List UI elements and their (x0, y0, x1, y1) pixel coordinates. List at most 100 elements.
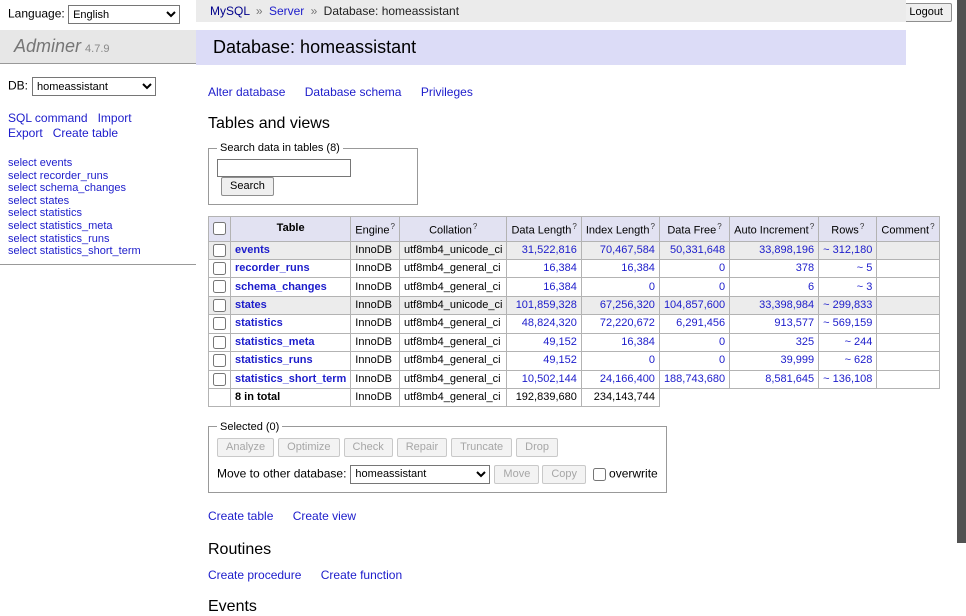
column-help-link[interactable]: ? (860, 222, 864, 231)
rows-link[interactable]: ~ 299,833 (823, 299, 872, 312)
row-checkbox[interactable] (213, 244, 226, 257)
rows-link[interactable]: ~ 628 (823, 354, 872, 367)
auto-increment-link[interactable]: 325 (734, 336, 814, 349)
table-name-link[interactable]: states (235, 299, 267, 311)
analyze-button[interactable]: Analyze (217, 438, 274, 457)
data-length-link[interactable]: 49,152 (511, 336, 576, 349)
create-view-link[interactable]: Create view (293, 509, 356, 523)
data-free-link[interactable]: 6,291,456 (664, 317, 725, 330)
db-select[interactable]: homeassistant (32, 77, 156, 96)
index-length-link[interactable]: 0 (586, 354, 655, 367)
column-help-link[interactable]: ? (391, 222, 395, 231)
table-name-link[interactable]: events (235, 244, 270, 256)
privileges-link[interactable]: Privileges (421, 85, 473, 99)
index-length-link[interactable]: 24,166,400 (586, 373, 655, 386)
breadcrumb-mysql-link[interactable]: MySQL (210, 4, 250, 18)
scrollbar[interactable] (957, 0, 966, 543)
move-db-select[interactable]: homeassistant (350, 465, 490, 484)
auto-increment-link[interactable]: 33,398,984 (734, 299, 814, 312)
repair-button[interactable]: Repair (397, 438, 447, 457)
scrollbar-thumb[interactable] (957, 0, 966, 543)
data-length-link[interactable]: 10,502,144 (511, 373, 576, 386)
table-name-link[interactable]: recorder_runs (235, 262, 310, 274)
overwrite-checkbox[interactable] (593, 468, 606, 481)
column-help-link[interactable]: ? (810, 222, 814, 231)
create-procedure-link[interactable]: Create procedure (208, 568, 301, 582)
database-schema-link[interactable]: Database schema (305, 85, 402, 99)
row-checkbox[interactable] (213, 262, 226, 275)
optimize-button[interactable]: Optimize (278, 438, 339, 457)
data-length-link[interactable]: 16,384 (511, 262, 576, 275)
table-name-link[interactable]: statistics (235, 317, 283, 329)
column-help-link[interactable]: ? (930, 222, 934, 231)
index-length-link[interactable]: 16,384 (586, 262, 655, 275)
data-free-link[interactable]: 0 (664, 354, 725, 367)
index-length-link[interactable]: 70,467,584 (586, 244, 655, 257)
column-help-link[interactable]: ? (650, 222, 654, 231)
data-free-link[interactable]: 0 (664, 281, 725, 294)
data-length-link[interactable]: 31,522,816 (511, 244, 576, 257)
logout-button[interactable]: Logout (900, 3, 952, 22)
rows-link[interactable]: ~ 312,180 (823, 244, 872, 257)
data-free-link[interactable]: 0 (664, 262, 725, 275)
copy-button[interactable]: Copy (542, 465, 586, 484)
column-help-link[interactable]: ? (717, 222, 721, 231)
export-link[interactable]: Export (8, 126, 43, 140)
sidebar-table-link[interactable]: select states (8, 195, 196, 208)
search-input[interactable] (217, 159, 351, 177)
rows-link[interactable]: ~ 244 (823, 336, 872, 349)
sidebar-table-link[interactable]: select recorder_runs (8, 170, 196, 183)
auto-increment-link[interactable]: 8,581,645 (734, 373, 814, 386)
overwrite-label[interactable]: overwrite (609, 466, 658, 480)
sidebar-table-link[interactable]: select statistics_short_term (8, 245, 196, 258)
row-checkbox[interactable] (213, 336, 226, 349)
table-name-link[interactable]: statistics_meta (235, 336, 315, 348)
table-name-link[interactable]: statistics_short_term (235, 373, 346, 385)
data-free-link[interactable]: 50,331,648 (664, 244, 725, 257)
language-select[interactable]: English (68, 5, 180, 24)
data-free-link[interactable]: 104,857,600 (664, 299, 725, 312)
index-length-link[interactable]: 67,256,320 (586, 299, 655, 312)
drop-button[interactable]: Drop (516, 438, 558, 457)
auto-increment-link[interactable]: 378 (734, 262, 814, 275)
truncate-button[interactable]: Truncate (451, 438, 512, 457)
app-name[interactable]: Adminer (14, 36, 81, 56)
data-free-link[interactable]: 188,743,680 (664, 373, 725, 386)
create-table-link[interactable]: Create table (208, 509, 273, 523)
data-length-link[interactable]: 48,824,320 (511, 317, 576, 330)
move-button[interactable]: Move (494, 465, 539, 484)
sidebar-table-link[interactable]: select statistics (8, 207, 196, 220)
auto-increment-link[interactable]: 33,898,196 (734, 244, 814, 257)
search-button[interactable]: Search (221, 177, 274, 196)
create-table-sidebar-link[interactable]: Create table (53, 126, 118, 140)
data-length-link[interactable]: 49,152 (511, 354, 576, 367)
row-checkbox[interactable] (213, 373, 226, 386)
rows-link[interactable]: ~ 136,108 (823, 373, 872, 386)
alter-database-link[interactable]: Alter database (208, 85, 285, 99)
index-length-link[interactable]: 0 (586, 281, 655, 294)
row-checkbox[interactable] (213, 280, 226, 293)
sidebar-table-link[interactable]: select statistics_meta (8, 220, 196, 233)
rows-link[interactable]: ~ 5 (823, 262, 872, 275)
sidebar-table-link[interactable]: select schema_changes (8, 182, 196, 195)
table-name-link[interactable]: schema_changes (235, 281, 327, 293)
column-help-link[interactable]: ? (572, 222, 576, 231)
auto-increment-link[interactable]: 6 (734, 281, 814, 294)
rows-link[interactable]: ~ 3 (823, 281, 872, 294)
sidebar-table-link[interactable]: select statistics_runs (8, 233, 196, 246)
column-help-link[interactable]: ? (473, 222, 477, 231)
sidebar-table-link[interactable]: select events (8, 157, 196, 170)
create-function-link[interactable]: Create function (321, 568, 402, 582)
data-length-link[interactable]: 16,384 (511, 281, 576, 294)
import-link[interactable]: Import (98, 111, 132, 125)
rows-link[interactable]: ~ 569,159 (823, 317, 872, 330)
sql-command-link[interactable]: SQL command (8, 111, 88, 125)
auto-increment-link[interactable]: 39,999 (734, 354, 814, 367)
row-checkbox[interactable] (213, 317, 226, 330)
check-button[interactable]: Check (344, 438, 393, 457)
data-free-link[interactable]: 0 (664, 336, 725, 349)
row-checkbox[interactable] (213, 354, 226, 367)
table-name-link[interactable]: statistics_runs (235, 354, 313, 366)
auto-increment-link[interactable]: 913,577 (734, 317, 814, 330)
data-length-link[interactable]: 101,859,328 (511, 299, 576, 312)
